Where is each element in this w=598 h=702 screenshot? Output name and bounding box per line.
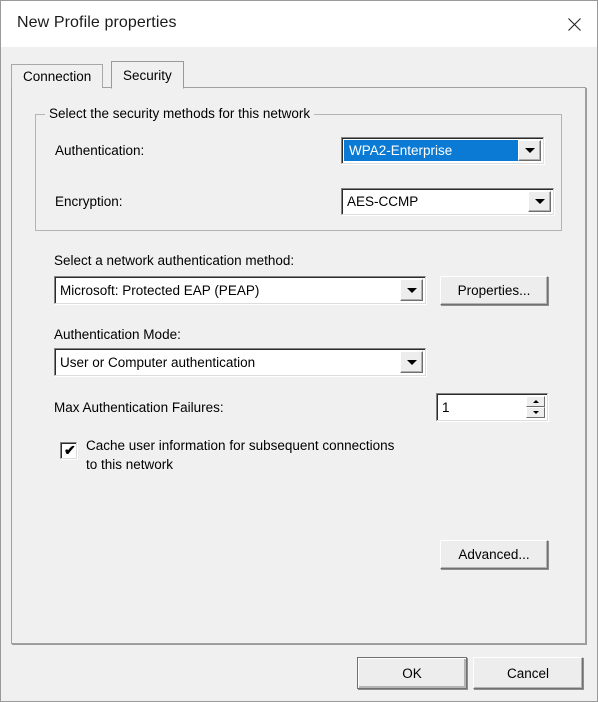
- authentication-label: Authentication:: [55, 143, 145, 158]
- auth-mode-combobox[interactable]: User or Computer authentication: [54, 348, 426, 376]
- tab-connection[interactable]: Connection: [11, 64, 104, 88]
- chevron-down-icon[interactable]: [518, 140, 541, 161]
- encryption-label: Encryption:: [55, 194, 123, 209]
- authentication-combobox[interactable]: WPA2-Enterprise: [341, 137, 544, 164]
- cache-user-info-checkbox[interactable]: ✔: [60, 442, 77, 459]
- close-icon[interactable]: [551, 1, 597, 47]
- ok-button-label: OK: [402, 665, 422, 681]
- tab-connection-label: Connection: [23, 69, 92, 84]
- advanced-button[interactable]: Advanced...: [440, 540, 548, 569]
- security-tab-page: Select the security methods for this net…: [11, 87, 586, 644]
- max-auth-failures-value: 1: [442, 399, 450, 415]
- cache-user-info-label: Cache user information for subsequent co…: [86, 438, 395, 472]
- authentication-combobox-value: WPA2-Enterprise: [344, 140, 518, 161]
- tab-security[interactable]: Security: [111, 61, 184, 89]
- security-methods-groupbox: Select the security methods for this net…: [35, 106, 562, 231]
- security-methods-groupbox-title: Select the security methods for this net…: [45, 106, 315, 121]
- auth-method-combobox[interactable]: Microsoft: Protected EAP (PEAP): [54, 276, 426, 304]
- chevron-down-icon[interactable]: [400, 351, 423, 373]
- title-bar: New Profile properties: [1, 1, 597, 47]
- window-title: New Profile properties: [17, 14, 177, 31]
- advanced-button-label: Advanced...: [458, 547, 530, 562]
- properties-button-label: Properties...: [457, 283, 531, 298]
- stepper-down-icon[interactable]: [526, 407, 545, 418]
- cancel-button-label: Cancel: [506, 665, 550, 681]
- chevron-down-icon[interactable]: [400, 279, 423, 301]
- tab-security-label: Security: [123, 67, 172, 83]
- ok-button[interactable]: OK: [357, 657, 467, 689]
- stepper-buttons: [526, 396, 545, 418]
- max-auth-failures-stepper[interactable]: 1: [436, 393, 548, 421]
- auth-method-combobox-value: Microsoft: Protected EAP (PEAP): [60, 282, 260, 298]
- cache-user-info-checkbox-row[interactable]: ✔ Cache user information for subsequent …: [60, 436, 480, 474]
- encryption-combobox-value: AES-CCMP: [347, 194, 419, 209]
- encryption-combobox[interactable]: AES-CCMP: [341, 188, 554, 215]
- stepper-up-icon[interactable]: [526, 396, 545, 407]
- dialog-client-area: Connection Security Select the security …: [1, 47, 597, 701]
- max-auth-failures-label: Max Authentication Failures:: [54, 400, 224, 415]
- check-icon: ✔: [64, 442, 76, 458]
- auth-method-label: Select a network authentication method:: [54, 253, 295, 268]
- cancel-button[interactable]: Cancel: [473, 657, 583, 689]
- properties-button[interactable]: Properties...: [440, 276, 548, 305]
- auth-mode-combobox-value: User or Computer authentication: [60, 354, 256, 370]
- auth-mode-label: Authentication Mode:: [54, 327, 181, 342]
- new-profile-properties-dialog: New Profile properties Connection Securi…: [0, 0, 598, 702]
- chevron-down-icon[interactable]: [528, 191, 551, 212]
